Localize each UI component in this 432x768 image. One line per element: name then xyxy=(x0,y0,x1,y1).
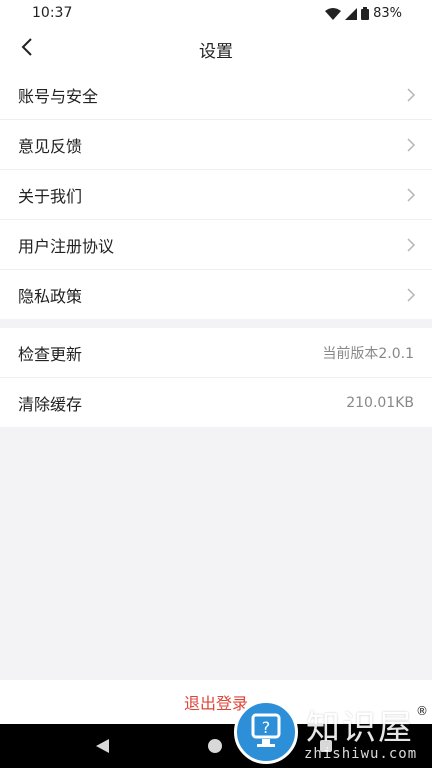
signal-icon xyxy=(345,7,358,20)
battery-icon xyxy=(361,7,370,20)
cache-size-value: 210.01KB xyxy=(346,394,414,411)
row-label: 清除缓存 xyxy=(18,394,83,414)
settings-row-about-us[interactable]: 关于我们 xyxy=(0,170,432,220)
settings-row-clear-cache[interactable]: 清除缓存 210.01KB xyxy=(0,378,432,427)
row-label: 隐私政策 xyxy=(18,286,83,306)
row-label: 关于我们 xyxy=(18,186,83,206)
chevron-right-icon xyxy=(406,137,416,152)
chevron-right-icon xyxy=(406,287,416,302)
row-label: 账号与安全 xyxy=(18,86,99,106)
chevron-right-icon xyxy=(406,87,416,102)
row-label: 检查更新 xyxy=(18,344,83,364)
watermark-registered: ® xyxy=(416,704,428,718)
settings-row-privacy-policy[interactable]: 隐私政策 xyxy=(0,270,432,319)
settings-row-feedback[interactable]: 意见反馈 xyxy=(0,120,432,170)
settings-row-check-update[interactable]: 检查更新 当前版本2.0.1 xyxy=(0,328,432,378)
settings-screen: 10:37 83% 设置 账号与安全 意见反馈 关于我们 用户注册协议 隐私政策… xyxy=(0,0,432,768)
battery-percent: 83% xyxy=(373,6,402,21)
settings-row-user-agreement[interactable]: 用户注册协议 xyxy=(0,220,432,270)
help-monitor-icon: ? xyxy=(251,713,281,747)
nav-back-icon[interactable] xyxy=(96,739,109,753)
version-value: 当前版本2.0.1 xyxy=(322,345,414,362)
status-time: 10:37 xyxy=(32,5,73,21)
watermark-logo: ? xyxy=(234,700,298,764)
status-icons: 83% xyxy=(325,6,402,21)
status-bar: 10:37 83% xyxy=(0,0,432,28)
svg-text:?: ? xyxy=(262,718,271,737)
settings-row-account-security[interactable]: 账号与安全 xyxy=(0,70,432,120)
row-label: 意见反馈 xyxy=(18,136,83,156)
watermark-subtitle: zhishiwu.com xyxy=(304,746,418,762)
wifi-icon xyxy=(325,7,342,20)
app-header: 设置 xyxy=(0,28,432,71)
page-title: 设置 xyxy=(199,42,233,62)
chevron-right-icon xyxy=(406,187,416,202)
settings-group-primary: 账号与安全 意见反馈 关于我们 用户注册协议 隐私政策 xyxy=(0,70,432,319)
settings-group-secondary: 检查更新 当前版本2.0.1 清除缓存 210.01KB xyxy=(0,328,432,427)
row-label: 用户注册协议 xyxy=(18,236,115,256)
nav-home-icon[interactable] xyxy=(208,739,222,753)
chevron-right-icon xyxy=(406,237,416,252)
watermark-title: 知识屋 xyxy=(306,708,414,748)
